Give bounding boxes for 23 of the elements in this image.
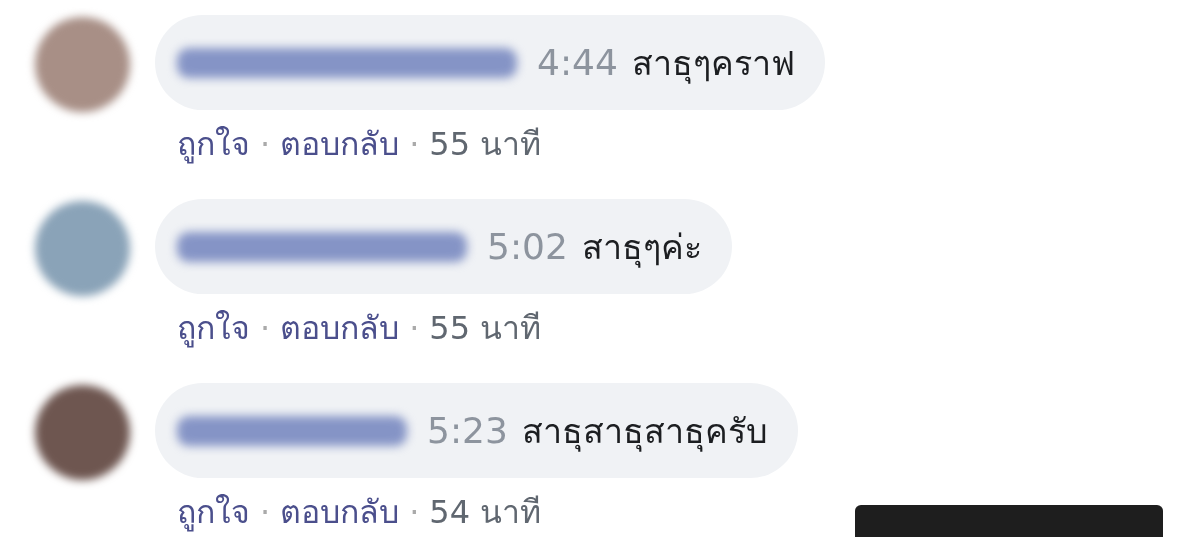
timestamp: 4:44 (537, 42, 618, 83)
action-link[interactable]: ถูกใจ (177, 486, 250, 537)
separator-dot: · (260, 124, 271, 163)
comment-text: สาธุสาธุสาธุครับ (521, 409, 768, 454)
action-link[interactable]: ถูกใจ (177, 118, 250, 169)
action-link[interactable]: ตอบกลับ (280, 486, 400, 537)
comment-age[interactable]: 55 นาที (429, 302, 542, 353)
separator-dot: · (260, 492, 271, 531)
comment-age[interactable]: 55 นาที (429, 118, 542, 169)
separator-dot: · (409, 492, 420, 531)
timestamp: 5:02 (487, 226, 568, 267)
separator-dot: · (409, 124, 420, 163)
comment-text: สาธุๆค่ะ (581, 225, 702, 270)
comment-age[interactable]: 54 นาที (429, 486, 542, 537)
timestamp: 5:23 (427, 410, 508, 451)
action-link[interactable]: ตอบกลับ (280, 118, 400, 169)
avatar[interactable] (35, 17, 130, 112)
comment-text: สาธุๆคราฟ (631, 41, 795, 86)
action-link[interactable]: ตอบกลับ (280, 302, 400, 353)
avatar[interactable] (35, 385, 130, 480)
separator-dot: · (260, 308, 271, 347)
action-link[interactable]: ถูกใจ (177, 302, 250, 353)
separator-dot: · (409, 308, 420, 347)
